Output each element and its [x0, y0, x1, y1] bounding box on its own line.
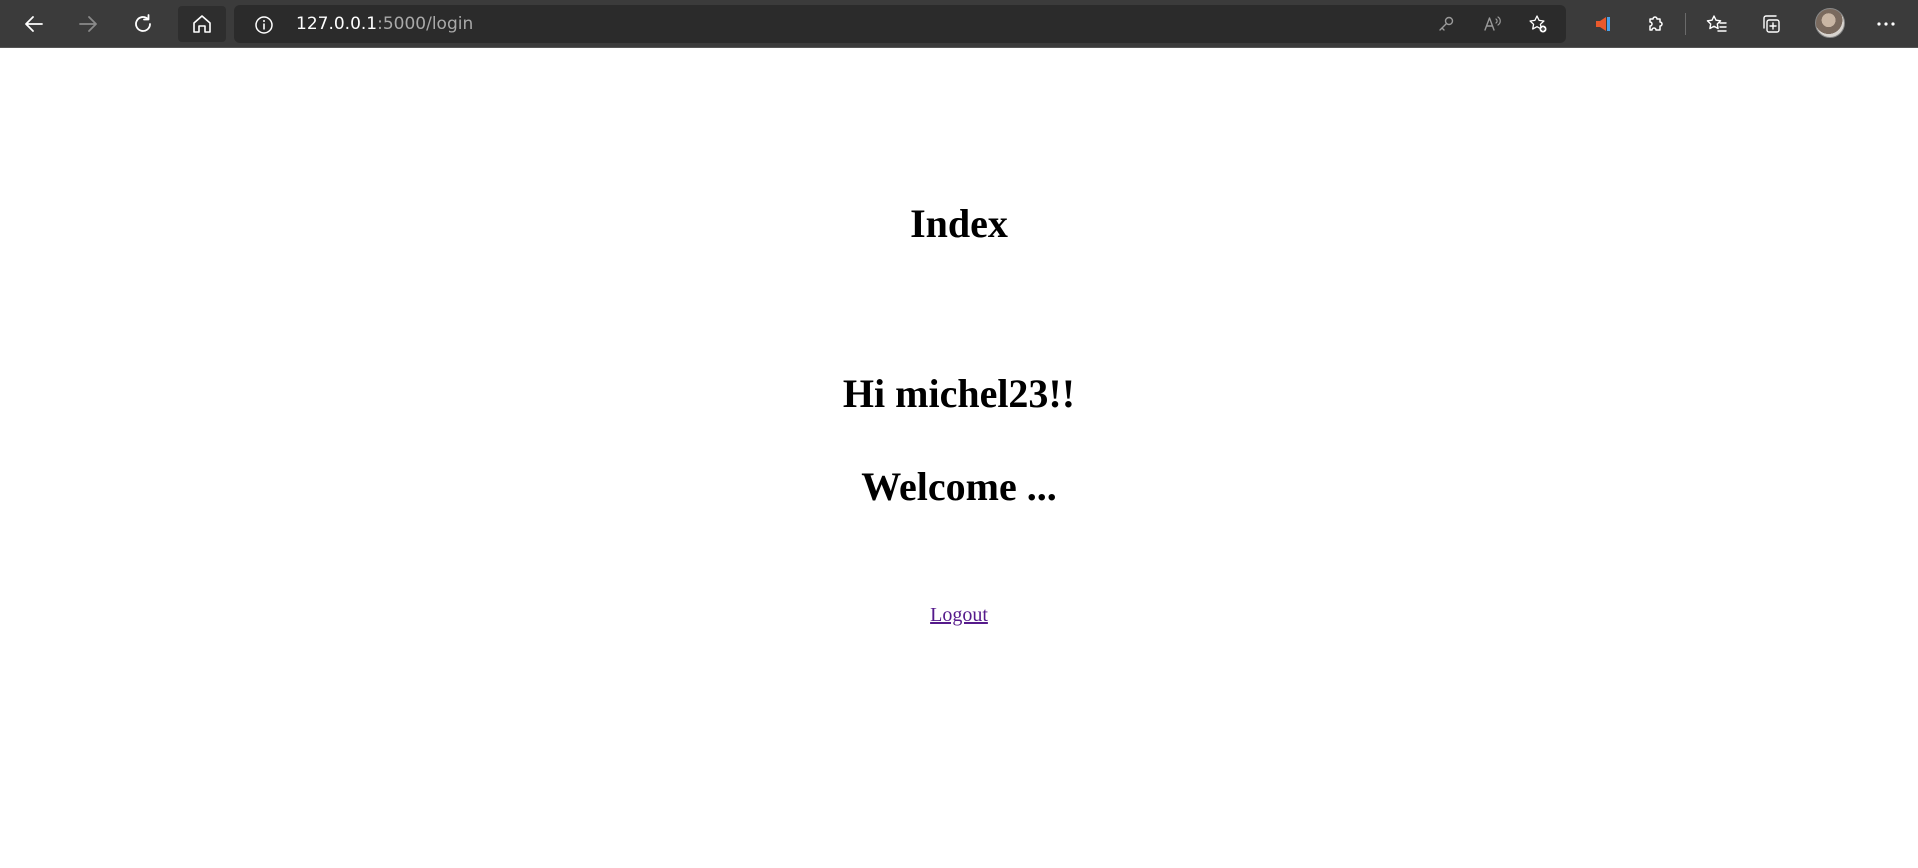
back-button[interactable]: [14, 6, 54, 42]
welcome-heading: Welcome ...: [861, 464, 1057, 509]
key-icon[interactable]: [1436, 14, 1456, 34]
forward-button[interactable]: [68, 6, 108, 42]
site-info-icon[interactable]: [254, 15, 274, 35]
extension-button[interactable]: [1583, 6, 1623, 42]
address-bar[interactable]: 127.0.0.1:5000/login: [234, 5, 1566, 43]
puzzle-icon: [1649, 16, 1663, 31]
page-title: Index: [910, 201, 1008, 246]
forward-arrow-icon: [79, 16, 97, 32]
home-button[interactable]: [178, 6, 226, 42]
favorites-button[interactable]: [1697, 6, 1737, 42]
page-content: Index Hi michel23!! Welcome ... Logout: [0, 48, 1918, 868]
browser-toolbar: 127.0.0.1:5000/login: [0, 0, 1918, 48]
read-aloud-icon[interactable]: [1482, 14, 1502, 34]
collections-icon: [1763, 15, 1780, 33]
url-text[interactable]: 127.0.0.1:5000/login: [296, 5, 473, 43]
back-arrow-icon: [25, 16, 43, 32]
refresh-icon: [135, 14, 151, 32]
toolbar-separator: [1685, 13, 1686, 35]
greeting-heading: Hi michel23!!: [842, 371, 1076, 416]
url-host: 127.0.0.1: [296, 14, 378, 34]
favorites-icon: [1706, 15, 1727, 32]
logout-container: Logout: [0, 604, 1918, 627]
profile-avatar[interactable]: [1815, 8, 1845, 38]
logout-link[interactable]: Logout: [930, 604, 988, 626]
url-path: :5000/login: [377, 14, 474, 34]
home-icon: [193, 15, 211, 33]
settings-menu-button[interactable]: [1866, 6, 1906, 42]
refresh-button[interactable]: [123, 6, 163, 42]
collections-button[interactable]: [1752, 6, 1792, 42]
extensions-button[interactable]: [1636, 6, 1676, 42]
flag-extension-icon: [1596, 17, 1610, 31]
more-options-icon: [1877, 22, 1895, 26]
add-favorite-icon[interactable]: [1528, 14, 1548, 34]
